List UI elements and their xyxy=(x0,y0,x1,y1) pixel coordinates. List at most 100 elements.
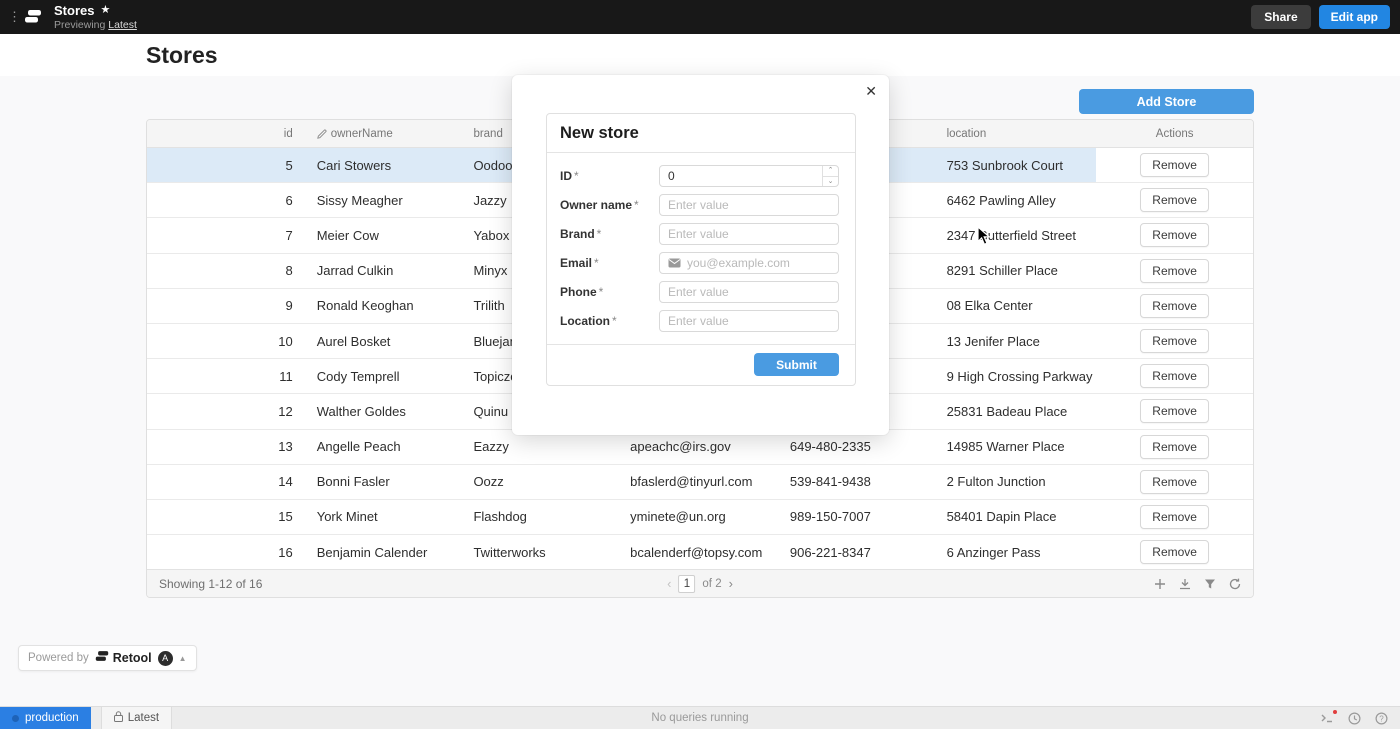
table-row[interactable]: 14Bonni FaslerOozzbfaslerd@tinyurl.com53… xyxy=(147,465,1253,500)
branch-tab[interactable]: Latest xyxy=(101,707,172,729)
column-header-id[interactable]: id xyxy=(147,128,307,140)
download-icon[interactable] xyxy=(1179,578,1191,590)
queries-status: No queries running xyxy=(651,712,748,724)
field-input-owner-name[interactable] xyxy=(660,195,838,215)
field-input-location[interactable] xyxy=(660,311,838,331)
column-header-actions[interactable]: Actions xyxy=(1096,128,1253,140)
field-row-id: ID* ⌃⌄ xyxy=(560,165,839,187)
table-cell-id: 7 xyxy=(147,218,307,252)
powered-by-label: Powered by xyxy=(28,652,89,664)
table-cell-phone: 906-221-8347 xyxy=(780,535,937,569)
table-cell-location: 2347 Butterfield Street xyxy=(937,218,1097,252)
remove-button[interactable]: Remove xyxy=(1140,329,1209,353)
star-icon[interactable]: ★ xyxy=(100,5,110,16)
remove-button[interactable]: Remove xyxy=(1140,505,1209,529)
column-header-owner[interactable]: ownerName xyxy=(307,128,464,140)
table-cell-owner: Meier Cow xyxy=(307,218,464,252)
table-cell-location: 6462 Pawling Alley xyxy=(937,183,1097,217)
filter-icon[interactable] xyxy=(1204,578,1216,590)
table-cell-brand: Twitterworks xyxy=(463,535,620,569)
table-cell-email: bcalenderf@topsy.com xyxy=(620,535,780,569)
table-cell-location: 8291 Schiller Place xyxy=(937,254,1097,288)
table-cell-owner: Walther Goldes xyxy=(307,394,464,428)
number-stepper[interactable]: ⌃⌄ xyxy=(822,166,838,186)
remove-button[interactable]: Remove xyxy=(1140,153,1209,177)
field-input-brand[interactable] xyxy=(660,224,838,244)
table-cell-actions: Remove xyxy=(1096,430,1253,464)
new-store-modal: ✕ New store ID*⌃⌄Owner name*Brand*Email*… xyxy=(512,75,889,435)
table-cell-id: 13 xyxy=(147,430,307,464)
table-cell-email: yminete@un.org xyxy=(620,500,780,534)
environment-tab[interactable]: production xyxy=(0,707,91,729)
table-cell-actions: Remove xyxy=(1096,289,1253,323)
field-input-phone[interactable] xyxy=(660,282,838,302)
required-asterisk: * xyxy=(597,227,602,241)
field-row-owner-name: Owner name* xyxy=(560,194,839,216)
field-row-brand: Brand* xyxy=(560,223,839,245)
remove-button[interactable]: Remove xyxy=(1140,294,1209,318)
remove-button[interactable]: Remove xyxy=(1140,188,1209,212)
table-cell-owner: Aurel Bosket xyxy=(307,324,464,358)
close-icon[interactable]: ✕ xyxy=(865,83,877,99)
table-cell-owner: Jarrad Culkin xyxy=(307,254,464,288)
table-cell-actions: Remove xyxy=(1096,359,1253,393)
field-label: ID* xyxy=(560,169,659,183)
table-cell-location: 14985 Warner Place xyxy=(937,430,1097,464)
showing-count: Showing 1-12 of 16 xyxy=(159,577,262,591)
column-header-location[interactable]: location xyxy=(937,128,1097,140)
table-cell-location: 08 Elka Center xyxy=(937,289,1097,323)
powered-by-badge[interactable]: Powered by Retool A ▲ xyxy=(18,645,197,671)
kebab-menu-icon[interactable]: ⋮ xyxy=(8,12,16,22)
remove-button[interactable]: Remove xyxy=(1140,540,1209,564)
table-cell-owner: Bonni Fasler xyxy=(307,465,464,499)
required-asterisk: * xyxy=(594,256,599,270)
history-icon[interactable] xyxy=(1348,712,1361,725)
page-number-input[interactable]: 1 xyxy=(678,575,695,593)
table-cell-location: 2 Fulton Junction xyxy=(937,465,1097,499)
stepper-up-icon[interactable]: ⌃ xyxy=(823,166,838,177)
topbar: ⋮ Stores ★ Previewing Latest Share Edit … xyxy=(0,0,1400,34)
field-input-email[interactable] xyxy=(681,253,838,273)
version-link[interactable]: Latest xyxy=(108,19,137,31)
chevron-left-icon[interactable]: ‹ xyxy=(667,576,671,591)
stepper-down-icon[interactable]: ⌄ xyxy=(823,177,838,187)
share-button[interactable]: Share xyxy=(1251,5,1310,29)
table-cell-actions: Remove xyxy=(1096,218,1253,252)
svg-text:?: ? xyxy=(1379,714,1384,723)
table-cell-actions: Remove xyxy=(1096,394,1253,428)
table-cell-actions: Remove xyxy=(1096,465,1253,499)
input-box xyxy=(659,223,839,245)
table-cell-owner: Sissy Meagher xyxy=(307,183,464,217)
statusbar: production Latest No queries running ? xyxy=(0,706,1400,729)
notification-dot xyxy=(1333,710,1337,714)
help-icon[interactable]: ? xyxy=(1375,712,1388,725)
remove-button[interactable]: Remove xyxy=(1140,223,1209,247)
table-cell-actions: Remove xyxy=(1096,324,1253,358)
table-row[interactable]: 16Benjamin CalenderTwitterworksbcalender… xyxy=(147,535,1253,570)
table-cell-location: 58401 Dapin Place xyxy=(937,500,1097,534)
table-cell-actions: Remove xyxy=(1096,535,1253,569)
remove-button[interactable]: Remove xyxy=(1140,470,1209,494)
remove-button[interactable]: Remove xyxy=(1140,435,1209,459)
chevron-right-icon[interactable]: › xyxy=(729,576,733,591)
table-row[interactable]: 15York MinetFlashdogyminete@un.org989-15… xyxy=(147,500,1253,535)
field-input-id[interactable] xyxy=(660,166,822,186)
add-store-button[interactable]: Add Store xyxy=(1079,89,1254,114)
edit-app-button[interactable]: Edit app xyxy=(1319,5,1390,29)
page-count-label: of 2 xyxy=(702,578,721,590)
remove-button[interactable]: Remove xyxy=(1140,259,1209,283)
debug-icon[interactable] xyxy=(1321,712,1334,724)
submit-button[interactable]: Submit xyxy=(754,353,839,376)
remove-button[interactable]: Remove xyxy=(1140,364,1209,388)
table-cell-id: 11 xyxy=(147,359,307,393)
avatar[interactable]: A xyxy=(158,651,173,666)
chevron-up-icon: ▲ xyxy=(179,654,187,663)
table-cell-location: 6 Anzinger Pass xyxy=(937,535,1097,569)
remove-button[interactable]: Remove xyxy=(1140,399,1209,423)
refresh-icon[interactable] xyxy=(1229,578,1241,590)
table-cell-actions: Remove xyxy=(1096,148,1253,182)
table-cell-id: 5 xyxy=(147,148,307,182)
pencil-icon xyxy=(317,129,327,139)
plus-icon[interactable] xyxy=(1154,578,1166,590)
table-cell-owner: York Minet xyxy=(307,500,464,534)
